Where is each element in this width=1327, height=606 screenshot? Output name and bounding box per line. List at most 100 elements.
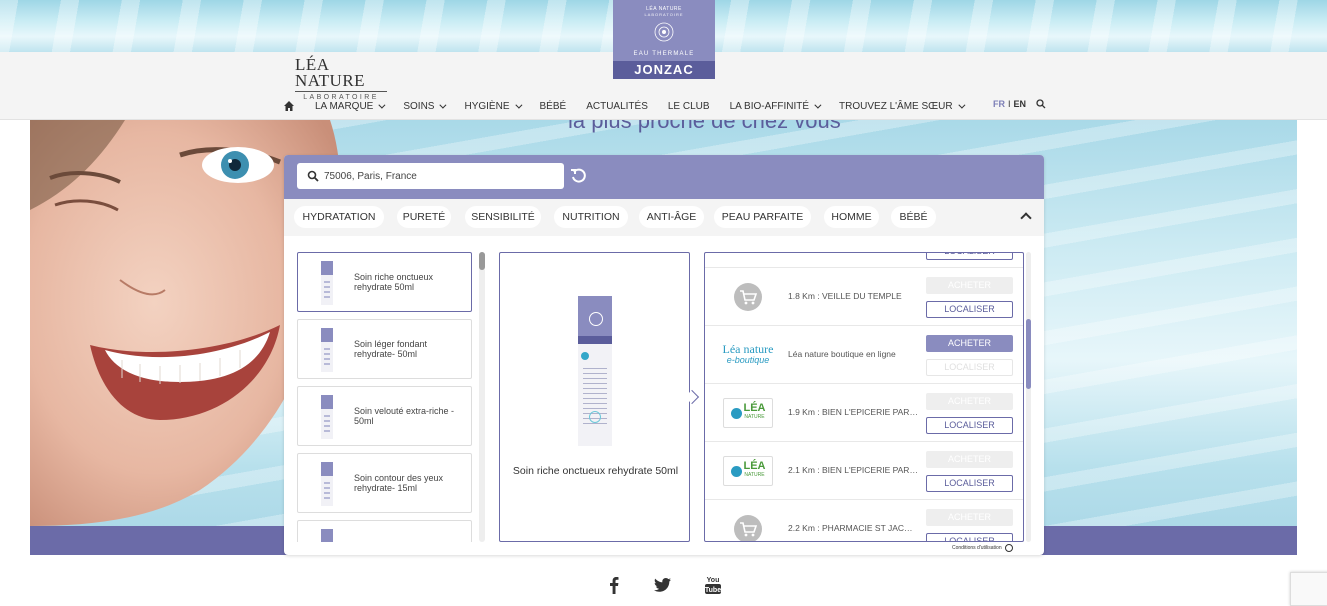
product-card[interactable]: Soin velouté extra-riche - 50ml bbox=[297, 386, 472, 446]
store-list-scrollbar[interactable] bbox=[1026, 252, 1031, 542]
nav-item-le-club[interactable]: LE CLUB bbox=[668, 101, 710, 112]
nav-item-la-bio-affinité[interactable]: LA BIO-AFFINITÉ bbox=[729, 100, 822, 112]
collapse-chevron-icon[interactable] bbox=[1020, 212, 1032, 224]
chevron-down-icon bbox=[439, 101, 447, 109]
address-search-box[interactable] bbox=[297, 163, 564, 189]
category-chip[interactable]: BÉBÉ bbox=[891, 206, 936, 228]
eboutique-logo-line2: e-boutique bbox=[726, 355, 770, 365]
brand-divider bbox=[295, 91, 387, 92]
category-chip[interactable]: NUTRITION bbox=[554, 206, 628, 228]
nav-item-label: BÉBÉ bbox=[539, 100, 567, 112]
nav-item-label: LE CLUB bbox=[667, 100, 710, 112]
category-chip[interactable]: PURETÉ bbox=[397, 206, 451, 228]
locate-button[interactable]: LOCALISER bbox=[926, 533, 1013, 541]
locate-button[interactable]: LOCALISER bbox=[926, 253, 1013, 260]
buy-button[interactable]: ACHETER bbox=[926, 451, 1013, 468]
youtube-label-top: You bbox=[707, 577, 720, 584]
nav-item-hygiène[interactable]: HYGIÈNE bbox=[464, 100, 522, 112]
store-logo: Léa nature e-boutique bbox=[715, 339, 781, 371]
product-detail-image bbox=[578, 296, 612, 446]
lea-logo-line2: NATURE bbox=[744, 414, 765, 420]
recaptcha-badge[interactable] bbox=[1290, 572, 1327, 606]
product-name: Soin velouté extra-riche - 50ml bbox=[354, 406, 455, 426]
chevron-down-icon bbox=[514, 101, 522, 109]
buy-button[interactable]: ACHETER bbox=[926, 277, 1013, 294]
locate-button[interactable]: LOCALISER bbox=[926, 475, 1013, 492]
nav-item-bébé[interactable]: BÉBÉ bbox=[540, 101, 567, 112]
cart-icon bbox=[734, 515, 762, 541]
search-icon[interactable] bbox=[1036, 99, 1046, 109]
lea-nature-store-logo: LÉA NATURE bbox=[723, 398, 773, 428]
product-list-scrollbar[interactable] bbox=[479, 252, 485, 542]
youtube-label-bottom: Tube bbox=[705, 587, 721, 594]
lea-logo-line2: NATURE bbox=[744, 472, 765, 478]
locate-button[interactable]: LOCALISER bbox=[926, 417, 1013, 434]
lang-separator: I bbox=[1008, 99, 1011, 109]
store-locator: HYDRATATION PURETÉ SENSIBILITÉ NUTRITION ANT… bbox=[284, 155, 1044, 555]
buy-button[interactable]: ACHETER bbox=[926, 335, 1013, 352]
product-card[interactable]: Soin riche onctueux rehydrate 50ml bbox=[297, 252, 472, 312]
store-logo bbox=[715, 281, 781, 313]
jonzac-logo-sub: LABORATOIRE bbox=[644, 12, 684, 17]
lea-logo-line1: LÉA bbox=[743, 460, 766, 472]
product-card[interactable] bbox=[297, 520, 472, 542]
locate-button[interactable]: LOCALISER bbox=[926, 301, 1013, 318]
category-chip[interactable]: HYDRATATION bbox=[294, 206, 384, 228]
category-chip[interactable]: PEAU PARFAITE bbox=[714, 206, 811, 228]
jonzac-logo-name: JONZAC bbox=[613, 61, 715, 79]
jonzac-logo[interactable]: LÉA NATURE LABORATOIRE EAU THERMALE JONZ… bbox=[613, 0, 715, 79]
product-detail: Soin riche onctueux rehydrate 50ml bbox=[499, 252, 690, 542]
store-list-scroll-thumb[interactable] bbox=[1026, 319, 1031, 389]
store-logo: LÉA NATURE bbox=[715, 455, 781, 487]
category-chip[interactable]: HOMME bbox=[824, 206, 879, 228]
store-list: ACHETERLOCALISER1.8 Km : VEILLE DU TEMPL… bbox=[704, 252, 1024, 542]
home-icon[interactable] bbox=[283, 100, 295, 112]
chevron-down-icon bbox=[814, 101, 822, 109]
buy-button[interactable]: ACHETER bbox=[926, 509, 1013, 526]
nav-item-trouvez-l-âme-sœur[interactable]: TROUVEZ L'ÂME SŒUR bbox=[839, 101, 966, 112]
nav-item-label: ACTUALITÉS bbox=[586, 100, 648, 112]
address-search-input[interactable] bbox=[324, 170, 554, 182]
chevron-down-icon bbox=[958, 101, 966, 109]
store-logo: LÉA NATURE bbox=[715, 397, 781, 429]
store-row: 1.8 Km : VEILLE DU TEMPLE ACHETER LOCALISE… bbox=[705, 268, 1023, 326]
nav-item-label: LA BIO-AFFINITÉ bbox=[729, 100, 810, 112]
locate-button[interactable]: LOCALISER bbox=[926, 359, 1013, 376]
nav-item-actualités[interactable]: ACTUALITÉS bbox=[586, 101, 648, 112]
conditions-text: Conditions d'utilisation bbox=[952, 545, 1002, 551]
product-thumbnail bbox=[321, 395, 333, 439]
cart-icon bbox=[734, 283, 762, 311]
nav-item-la-marque[interactable]: LA MARQUE bbox=[315, 101, 386, 112]
facebook-icon[interactable] bbox=[604, 575, 624, 595]
cart-icon bbox=[733, 252, 763, 254]
twitter-icon[interactable] bbox=[653, 575, 673, 595]
lea-nature-store-logo: LÉA NATURE bbox=[723, 456, 773, 486]
buy-button[interactable]: ACHETER bbox=[926, 393, 1013, 410]
hero-title: la plus proche de chez vous bbox=[568, 120, 841, 133]
category-chip[interactable]: ANTI-ÂGE bbox=[639, 206, 704, 228]
lea-nature-logo[interactable]: LÉA NATURE LABORATOIRE bbox=[295, 56, 387, 101]
lang-en[interactable]: EN bbox=[1014, 99, 1027, 109]
flower-icon bbox=[654, 22, 674, 42]
category-chip[interactable]: SENSIBILITÉ bbox=[465, 206, 541, 228]
youtube-icon[interactable]: You Tube bbox=[703, 575, 723, 595]
store-row: 2.2 Km : PHARMACIE ST JACQU... ACHETER LOC… bbox=[705, 500, 1023, 541]
category-filter-bar: HYDRATATION PURETÉ SENSIBILITÉ NUTRITION ANT… bbox=[284, 199, 1044, 236]
lang-fr[interactable]: FR bbox=[993, 99, 1005, 109]
product-detail-title: Soin riche onctueux rehydrate 50ml bbox=[512, 465, 679, 477]
chevron-down-icon bbox=[378, 101, 386, 109]
store-row: Léa nature e-boutique Léa nature boutique … bbox=[705, 326, 1023, 384]
product-card[interactable]: Soin contour des yeux rehydrate- 15ml bbox=[297, 453, 472, 513]
store-info: 2.2 Km : PHARMACIE ST JACQU... bbox=[788, 523, 918, 533]
info-icon bbox=[1004, 544, 1013, 552]
nav-item-soins[interactable]: SOINS bbox=[403, 101, 447, 112]
locator-search-bar bbox=[284, 155, 1044, 199]
conditions-link[interactable]: Conditions d'utilisation bbox=[952, 544, 1013, 552]
jonzac-logo-eau: EAU THERMALE bbox=[633, 51, 695, 57]
main-nav: LA MARQUE SOINS HYGIÈNE BÉBÉ ACTUALITÉS LE CL… bbox=[283, 98, 983, 114]
nav-item-label: HYGIÈNE bbox=[464, 100, 510, 112]
product-list-scroll-thumb[interactable] bbox=[479, 252, 485, 270]
reset-icon[interactable] bbox=[570, 168, 586, 184]
product-thumbnail bbox=[321, 261, 333, 305]
product-card[interactable]: Soin léger fondant rehydrate- 50ml bbox=[297, 319, 472, 379]
